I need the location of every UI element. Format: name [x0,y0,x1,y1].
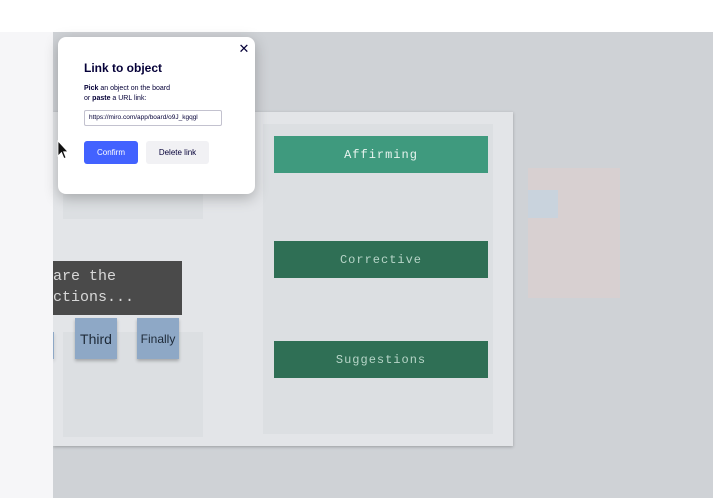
instruction-line-1-rest: an object on the board [98,85,171,92]
sticky-note-finally[interactable]: Finally [137,318,179,359]
dark-text-note[interactable]: are the ctions... [53,261,182,315]
link-to-object-dialog: ✕ Link to object Pick an object on the b… [58,37,255,194]
instruction-or: or [84,95,93,102]
confirm-button[interactable]: Confirm [84,141,138,164]
url-input[interactable]: https://miro.com/app/board/o9J_kgqgl [84,110,222,126]
instruction-paste: paste [92,95,111,102]
delete-link-button[interactable]: Delete link [146,141,209,164]
faded-sticky-note[interactable] [528,168,620,298]
instruction-line-2-rest: a URL link: [110,95,147,102]
corrective-label[interactable]: Corrective [274,241,488,278]
sticky-note-third[interactable]: Third [75,318,117,359]
left-toolbar [0,32,53,498]
mouse-pointer-icon [57,140,69,160]
dialog-title: Link to object [84,61,162,75]
instruction-line-1: Pick an object on the board [84,85,170,92]
sticky-note-partial[interactable] [53,332,54,359]
suggestions-label[interactable]: Suggestions [274,341,488,378]
instruction-pick: Pick [84,85,99,92]
faded-blue-note[interactable] [528,190,558,218]
affirming-label[interactable]: Affirming [274,136,488,173]
top-bar [0,0,713,32]
close-icon[interactable]: ✕ [238,42,250,55]
instruction-line-2: or paste a URL link: [84,95,146,102]
